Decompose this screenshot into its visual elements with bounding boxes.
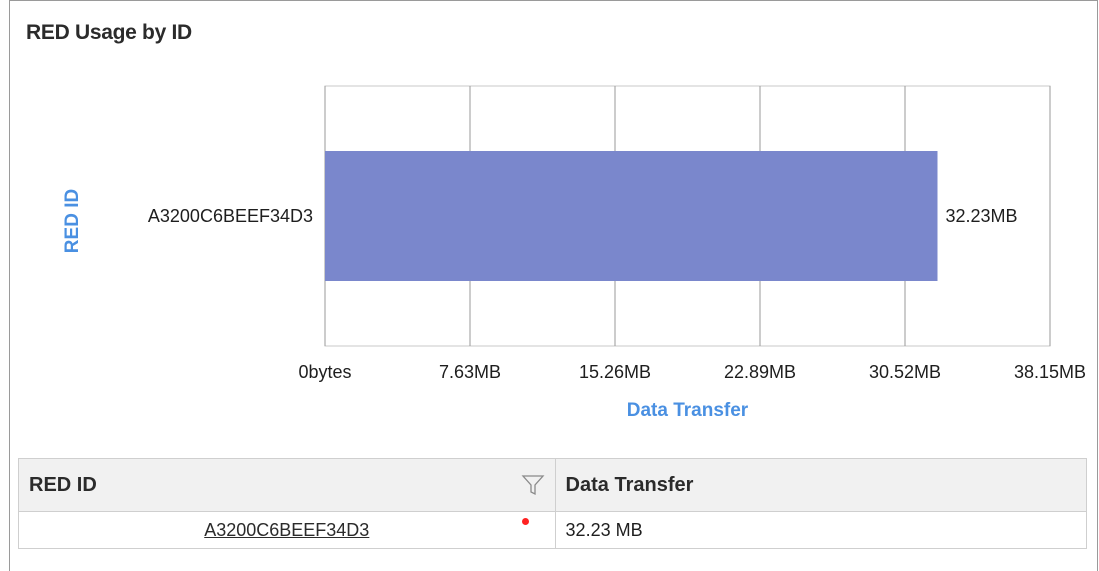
x-axis-title: Data Transfer xyxy=(627,400,749,421)
red-id-cell: A3200C6BEEF34D3 xyxy=(18,511,556,549)
x-tick-label: 38.15MB xyxy=(1014,362,1086,382)
x-tick-label: 0bytes xyxy=(298,362,351,382)
category-label: A3200C6BEEF34D3 xyxy=(148,206,313,226)
column-header-red-id-label: RED ID xyxy=(29,473,97,496)
bar-chart: A3200C6BEEF34D3 32.23MB 0bytes 7.63MB 15.26M… xyxy=(62,85,1086,421)
status-dot-icon xyxy=(521,518,529,525)
data-transfer-cell: 32.23 MB xyxy=(554,511,1088,549)
bar[interactable] xyxy=(325,151,938,281)
x-tick-label: 30.52MB xyxy=(869,362,941,382)
column-header-red-id[interactable]: RED ID xyxy=(18,458,556,512)
bar-value-label: 32.23MB xyxy=(945,206,1017,226)
table-header-row: RED ID Data Transfer xyxy=(18,458,1088,512)
table-row: A3200C6BEEF34D3 32.23 MB xyxy=(18,511,1088,549)
x-tick-label: 15.26MB xyxy=(579,362,651,382)
y-axis-title: RED ID xyxy=(62,189,83,253)
column-header-data-transfer[interactable]: Data Transfer xyxy=(554,458,1088,512)
red-id-link[interactable]: A3200C6BEEF34D3 xyxy=(204,520,369,540)
x-tick-label: 22.89MB xyxy=(724,362,796,382)
x-tick-label: 7.63MB xyxy=(439,362,501,382)
usage-table: RED ID Data Transfer A3200C6BEEF34D3 32.… xyxy=(18,458,1088,549)
filter-icon[interactable] xyxy=(521,473,545,497)
